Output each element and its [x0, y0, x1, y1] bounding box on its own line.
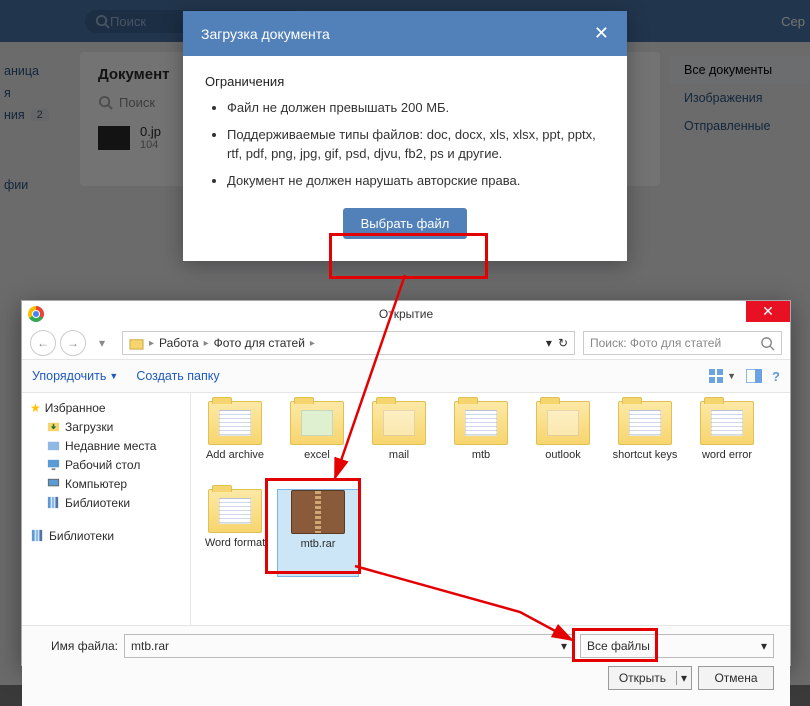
filename-label: Имя файла:	[38, 639, 118, 653]
limit-item: Документ не должен нарушать авторские пр…	[227, 172, 605, 191]
dialog-close-button[interactable]: ✕	[746, 301, 790, 322]
dialog-search[interactable]: Поиск: Фото для статей	[583, 331, 782, 355]
forward-button[interactable]: →	[60, 330, 86, 356]
tree-downloads[interactable]: Загрузки	[26, 417, 186, 436]
back-button[interactable]: ←	[30, 330, 56, 356]
limit-item: Поддерживаемые типы файлов: doc, docx, x…	[227, 126, 605, 164]
file-item[interactable]: outlook	[523, 401, 603, 487]
dialog-nav: ← → ▾ ▸ Работа ▸ Фото для статей ▸ ▾ ↻ П…	[22, 327, 790, 359]
view-button[interactable]: ▼	[709, 369, 736, 384]
filter-select[interactable]: Все файлы▾	[580, 634, 774, 658]
file-item[interactable]: mail	[359, 401, 439, 487]
help-icon[interactable]: ?	[772, 369, 780, 384]
new-folder-button[interactable]: Создать папку	[136, 369, 219, 383]
tree: ★Избранное Загрузки Недавние места Рабоч…	[22, 393, 191, 625]
file-label: word error	[702, 449, 752, 461]
file-item[interactable]: excel	[277, 401, 357, 487]
file-item-selected[interactable]: mtb.rar	[277, 489, 359, 577]
tree-computer[interactable]: Компьютер	[26, 474, 186, 493]
organize-button[interactable]: Упорядочить ▼	[32, 369, 118, 383]
tree-favorites[interactable]: ★Избранное	[26, 399, 186, 417]
file-open-dialog: Открытие ✕ ← → ▾ ▸ Работа ▸ Фото для ста…	[21, 300, 791, 666]
cancel-button[interactable]: Отмена	[698, 666, 774, 690]
recent-icon	[46, 438, 61, 453]
file-label: mail	[389, 449, 409, 461]
file-item[interactable]: Word format	[195, 489, 275, 575]
tree-recent[interactable]: Недавние места	[26, 436, 186, 455]
dialog-titlebar: Открытие ✕	[22, 301, 790, 327]
folder-icon	[129, 336, 144, 351]
close-icon[interactable]: ✕	[594, 23, 609, 44]
file-label: outlook	[545, 449, 580, 461]
upload-modal: Загрузка документа ✕ Ограничения Файл не…	[183, 11, 627, 261]
dialog-title: Открытие	[379, 307, 433, 321]
file-label: mtb	[472, 449, 490, 461]
refresh-icon[interactable]: ↻	[558, 336, 568, 350]
downloads-icon	[46, 419, 61, 434]
tree-libraries[interactable]: Библиотеки	[26, 493, 186, 512]
file-label: mtb.rar	[301, 538, 336, 550]
limit-item: Файл не должен превышать 200 МБ.	[227, 99, 605, 118]
limits-title: Ограничения	[205, 74, 605, 89]
select-file-button[interactable]: Выбрать файл	[343, 208, 468, 239]
file-label: Add archive	[206, 449, 264, 461]
filename-input[interactable]: mtb.rar▾	[124, 634, 574, 658]
computer-icon	[46, 476, 61, 491]
libraries-icon	[46, 495, 61, 510]
file-item[interactable]: shortcut keys	[605, 401, 685, 487]
limits-list: Файл не должен превышать 200 МБ. Поддерж…	[205, 99, 605, 190]
libraries-icon	[30, 528, 45, 543]
chrome-icon	[28, 306, 44, 322]
file-label: shortcut keys	[613, 449, 678, 461]
breadcrumb[interactable]: ▸ Работа ▸ Фото для статей ▸ ▾ ↻	[122, 331, 575, 355]
tree-desktop[interactable]: Рабочий стол	[26, 455, 186, 474]
modal-header: Загрузка документа ✕	[183, 11, 627, 56]
star-icon: ★	[30, 401, 41, 415]
preview-pane-button[interactable]	[746, 369, 762, 384]
chevron-down-icon[interactable]: ▾	[546, 336, 552, 350]
open-button[interactable]: Открыть▾	[608, 666, 692, 690]
chevron-down-icon[interactable]: ▾	[561, 639, 567, 653]
up-button[interactable]: ▾	[90, 331, 114, 355]
dialog-bottom: Имя файла: mtb.rar▾ Все файлы▾ Открыть▾ …	[22, 625, 790, 706]
breadcrumb-item[interactable]: Фото для статей	[214, 336, 305, 350]
chevron-down-icon[interactable]: ▾	[761, 639, 767, 653]
files-pane[interactable]: Add archive excel mail mtb outlook short…	[191, 393, 790, 625]
dialog-toolbar: Упорядочить ▼ Создать папку ▼ ?	[22, 359, 790, 393]
split-arrow-icon[interactable]: ▾	[677, 671, 691, 685]
dialog-search-placeholder: Поиск: Фото для статей	[590, 336, 721, 350]
modal-title: Загрузка документа	[201, 26, 330, 42]
desktop-icon	[46, 457, 61, 472]
breadcrumb-item[interactable]: Работа	[159, 336, 199, 350]
file-item[interactable]: Add archive	[195, 401, 275, 487]
file-item[interactable]: word error	[687, 401, 767, 487]
search-icon	[760, 336, 775, 351]
file-label: excel	[304, 449, 330, 461]
tree-libraries2[interactable]: Библиотеки	[26, 526, 186, 545]
file-item[interactable]: mtb	[441, 401, 521, 487]
file-label: Word format	[205, 537, 265, 549]
